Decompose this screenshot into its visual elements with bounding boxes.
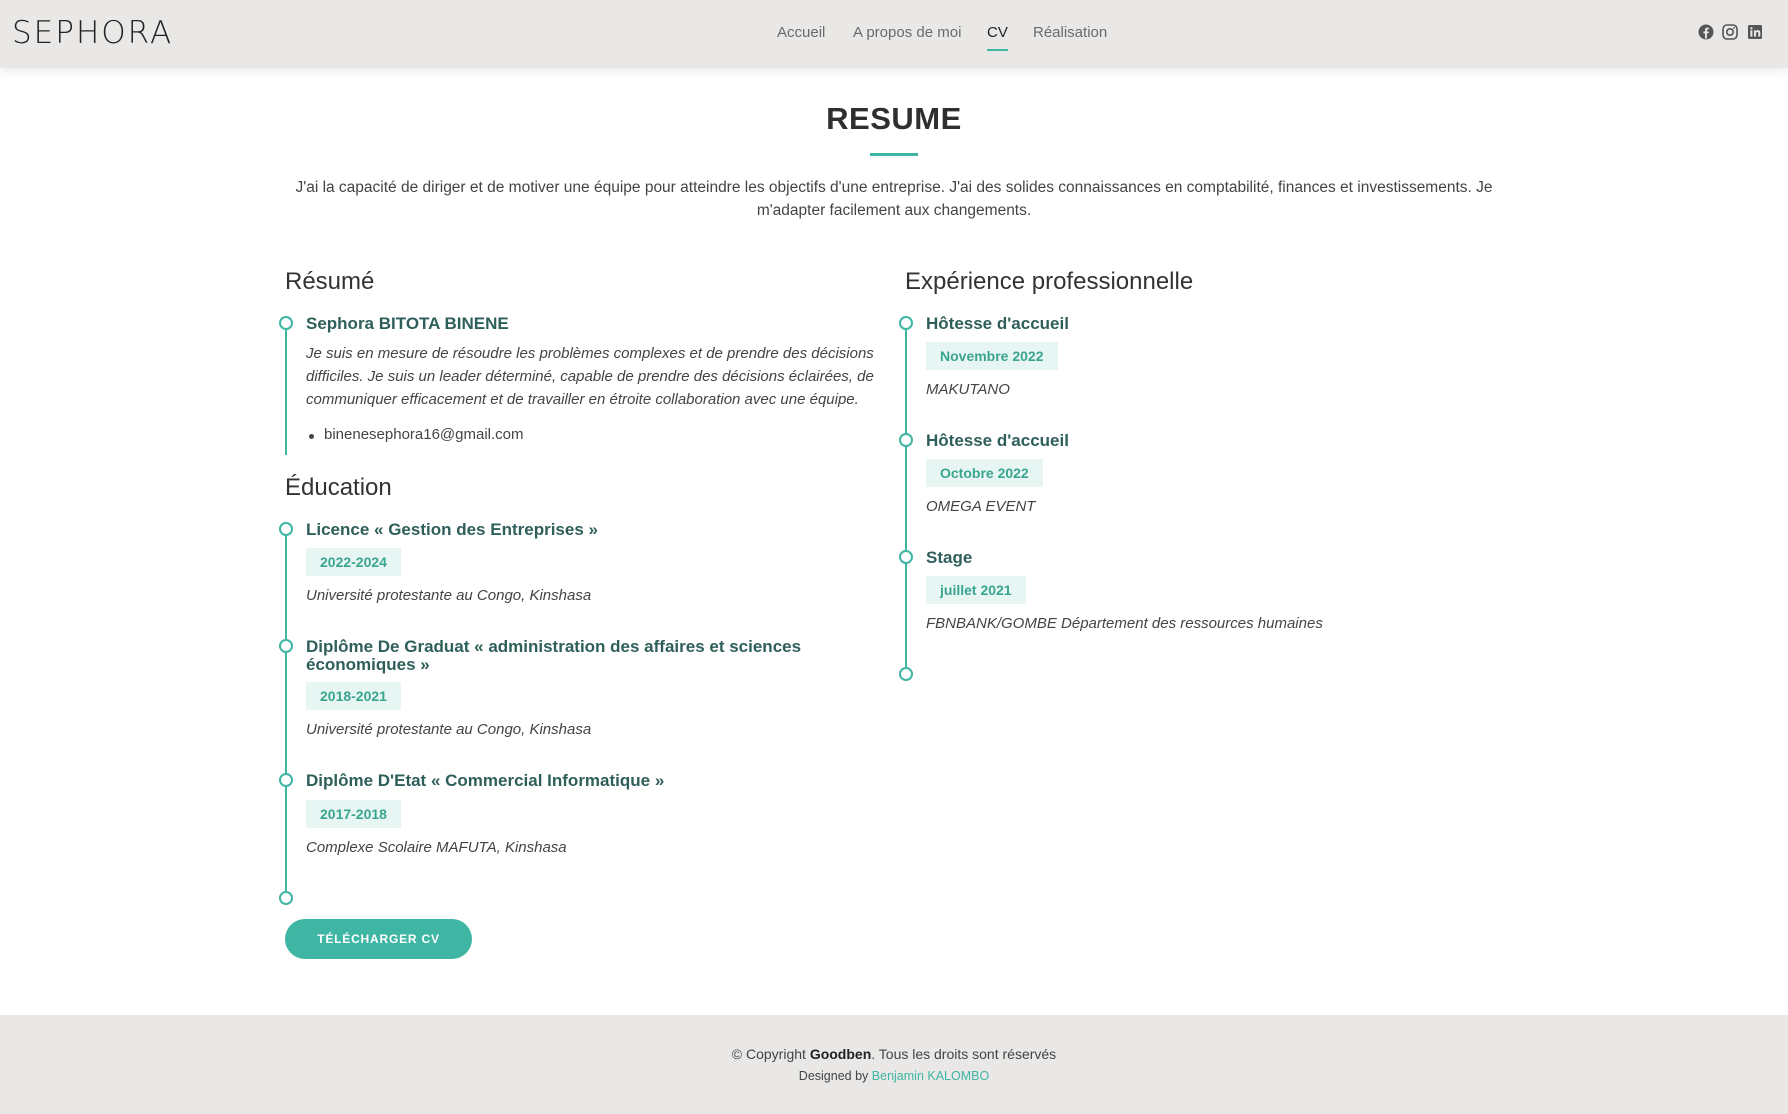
education-place: Université protestante au Congo, Kinshas… — [306, 587, 592, 604]
education-title: Diplôme D'Etat « Commercial Informatique… — [306, 771, 665, 790]
nav-item-cv[interactable]: CV — [987, 24, 1008, 51]
resume-timeline-dot — [279, 316, 293, 330]
copyright-prefix: © Copyright — [731, 1046, 806, 1062]
main-nav: Accueil A propos de moi CV Réalisation — [0, 0, 1788, 68]
experience-timeline-dot — [899, 550, 913, 564]
education-period-badge: 2017-2018 — [306, 800, 401, 828]
resume-email[interactable]: binenesephora16@gmail.com — [324, 426, 524, 443]
designed-by-label: Designed by — [798, 1069, 869, 1083]
site-header: SEPHORA Accueil A propos de moi CV Réali… — [0, 0, 1788, 68]
section-title: RESUME — [826, 101, 962, 136]
education-timeline-dot — [279, 773, 293, 787]
education-place: Complexe Scolaire MAFUTA, Kinshasa — [306, 839, 567, 856]
copyright-company: Goodben — [809, 1046, 872, 1062]
education-timeline-dot — [279, 522, 293, 536]
linkedin-icon[interactable] — [1747, 24, 1763, 40]
experience-place: MAKUTANO — [926, 381, 1010, 398]
education-heading: Éducation — [285, 474, 392, 501]
education-place: Université protestante au Congo, Kinshas… — [306, 721, 592, 738]
nav-item-accueil[interactable]: Accueil — [777, 24, 825, 41]
resume-summary: Je suis en mesure de résoudre les problè… — [306, 345, 874, 408]
resume-heading: Résumé — [285, 268, 375, 295]
nav-active-underline — [987, 49, 1008, 51]
education-title: Diplôme De Graduat « administration des … — [306, 637, 802, 674]
nav-item-realisation[interactable]: Réalisation — [1033, 24, 1107, 41]
bullet-dot — [309, 434, 314, 439]
nav-item-cv-label: CV — [987, 24, 1008, 41]
resume-name: Sephora BITOTA BINENE — [306, 314, 509, 333]
experience-title: Hôtesse d'accueil — [926, 314, 1069, 333]
facebook-icon[interactable] — [1698, 24, 1714, 40]
footer-copyright: © Copyright Goodben. Tous les droits son… — [0, 1046, 1788, 1062]
experience-place: FBNBANK/GOMBE Département des ressources… — [926, 615, 1323, 632]
instagram-icon[interactable] — [1722, 24, 1738, 40]
footer-credits: Designed by Benjamin KALOMBO — [0, 1069, 1788, 1083]
intro-text: J'ai la capacité de diriger et de motive… — [295, 179, 1493, 219]
experience-timeline-dot — [899, 433, 913, 447]
education-timeline-end-dot — [279, 891, 293, 905]
experience-period-badge: Octobre 2022 — [926, 459, 1043, 487]
experience-place: OMEGA EVENT — [926, 498, 1036, 515]
experience-timeline-dot — [899, 316, 913, 330]
designer-link[interactable]: Benjamin KALOMBO — [872, 1069, 989, 1083]
education-period-badge: 2018-2021 — [306, 682, 401, 710]
download-cv-button[interactable]: TÉLÉCHARGER CV — [285, 919, 472, 959]
experience-period-badge: juillet 2021 — [926, 576, 1026, 604]
resume-timeline-line — [285, 323, 287, 455]
experience-period-badge: Novembre 2022 — [926, 342, 1058, 370]
education-title: Licence « Gestion des Entreprises » — [306, 520, 598, 539]
education-timeline-dot — [279, 639, 293, 653]
nav-item-a-propos[interactable]: A propos de moi — [853, 24, 961, 41]
experience-timeline-end-dot — [899, 667, 913, 681]
experience-title: Hôtesse d'accueil — [926, 431, 1069, 450]
experience-heading: Expérience professionnelle — [905, 268, 1194, 295]
experience-timeline-line — [905, 323, 907, 675]
copyright-suffix: . Tous les droits sont réservés — [871, 1046, 1057, 1062]
education-timeline-line — [285, 529, 287, 899]
experience-title: Stage — [926, 548, 973, 567]
education-period-badge: 2022-2024 — [306, 548, 401, 576]
site-footer: © Copyright Goodben. Tous les droits son… — [0, 1015, 1788, 1114]
title-divider — [870, 153, 918, 156]
